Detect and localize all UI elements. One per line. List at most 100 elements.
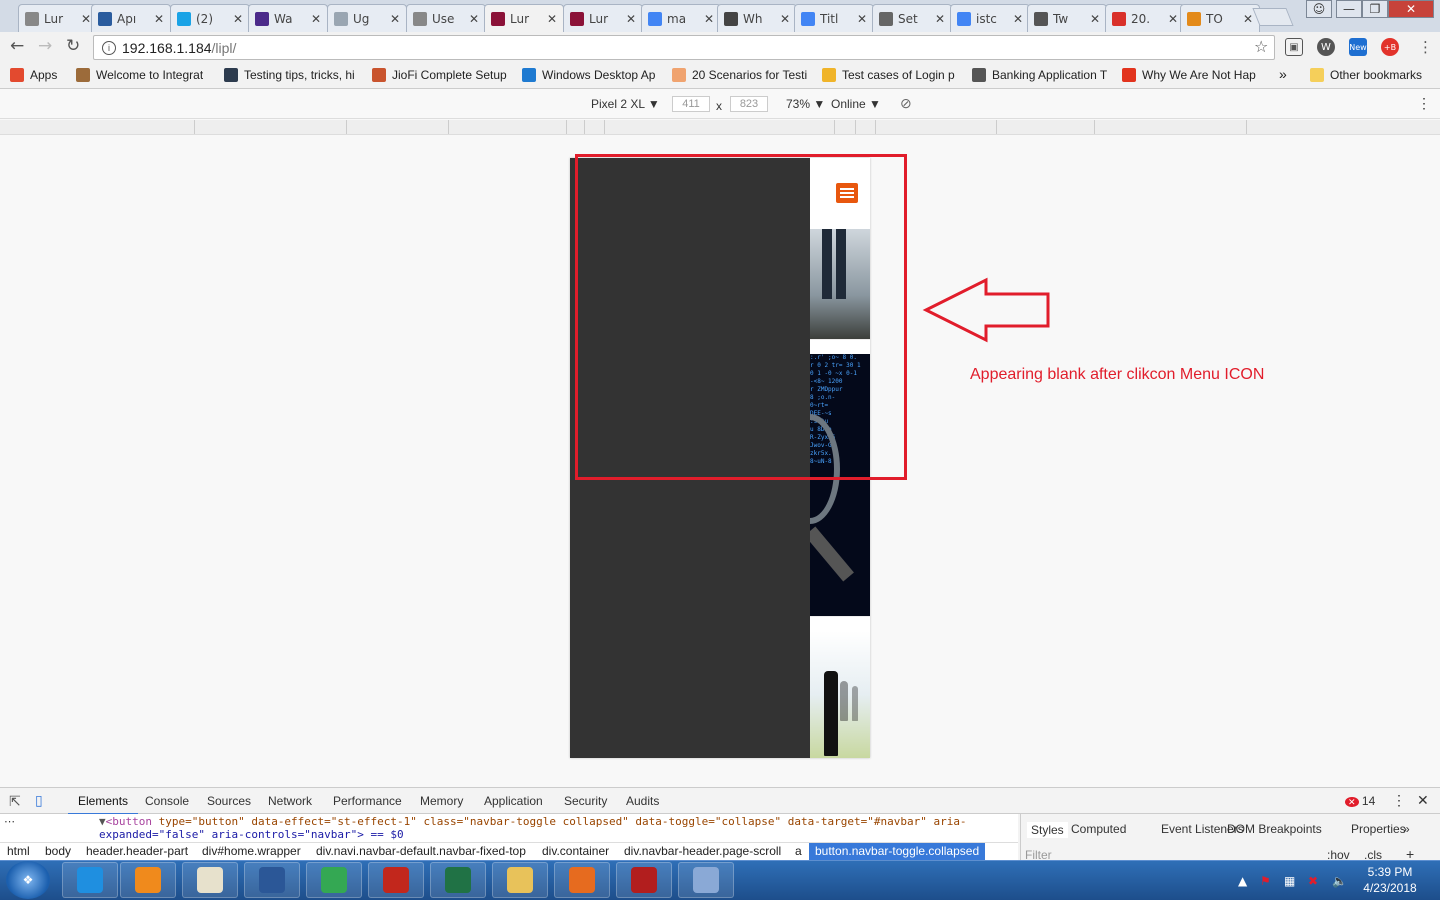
- bookmark-item[interactable]: Test cases of Login p: [822, 68, 955, 82]
- viewport-width-input[interactable]: 411: [672, 96, 710, 112]
- breadcrumb-item[interactable]: div#home.wrapper: [202, 844, 301, 858]
- breadcrumb-item[interactable]: div.container: [542, 844, 609, 858]
- devtools-menu-icon[interactable]: ⋮: [1392, 792, 1406, 809]
- device-toolbar-menu-icon[interactable]: ⋮: [1417, 95, 1431, 112]
- tab-close-icon[interactable]: ✕: [311, 12, 321, 26]
- system-clock[interactable]: 5:39 PM 4/23/2018: [1350, 864, 1430, 896]
- bookmark-item[interactable]: JioFi Complete Setup: [372, 68, 507, 82]
- error-counter[interactable]: ✕ 14: [1345, 794, 1375, 808]
- minimize-button[interactable]: —: [1336, 0, 1362, 18]
- devtools-tab-elements[interactable]: Elements: [67, 794, 139, 815]
- close-window-button[interactable]: ✕: [1388, 0, 1434, 18]
- styles-tab-computed[interactable]: Computed: [1071, 822, 1126, 836]
- devtools-tab-performance[interactable]: Performance: [333, 794, 402, 808]
- breadcrumb-item[interactable]: div.navi.navbar-default.navbar-fixed-top: [316, 844, 526, 858]
- reload-icon[interactable]: ↻: [66, 36, 80, 56]
- bookmark-item[interactable]: Welcome to Integrat: [76, 68, 203, 82]
- info-icon[interactable]: i: [102, 40, 116, 55]
- tab-close-icon[interactable]: ✕: [81, 12, 91, 26]
- bookmark-item[interactable]: Testing tips, tricks, hi: [224, 68, 355, 82]
- browser-tab[interactable]: Lur ✕: [18, 4, 98, 32]
- devtools-tab-application[interactable]: Application: [484, 794, 543, 808]
- browser-tab[interactable]: (2) ✕: [170, 4, 250, 32]
- taskbar-app[interactable]: [120, 862, 176, 898]
- tab-close-icon[interactable]: ✕: [547, 12, 557, 26]
- restore-button[interactable]: ❐: [1362, 0, 1388, 18]
- styles-tab-properties[interactable]: Properties: [1351, 822, 1406, 836]
- elements-dom-tree[interactable]: ▼<button type="button" data-effect="st-e…: [0, 814, 1018, 842]
- expand-triangle-icon[interactable]: ▼: [99, 815, 106, 828]
- browser-tab[interactable]: istc ✕: [950, 4, 1030, 32]
- breadcrumb-item[interactable]: html: [7, 844, 30, 858]
- taskbar-app[interactable]: [554, 862, 610, 898]
- new-extension-icon[interactable]: New: [1349, 38, 1367, 56]
- device-mode-icon[interactable]: ▯: [35, 792, 43, 809]
- chrome-menu-icon[interactable]: ⋮: [1418, 38, 1433, 56]
- new-tab-button[interactable]: [1252, 8, 1294, 26]
- taskbar-app[interactable]: [492, 862, 548, 898]
- action-center-icon[interactable]: ⚑: [1260, 874, 1271, 888]
- bookmarks-overflow-chevron[interactable]: »: [1279, 66, 1287, 82]
- tab-close-icon[interactable]: ✕: [233, 12, 243, 26]
- taskbar-app[interactable]: [430, 862, 486, 898]
- bookmark-item[interactable]: 20 Scenarios for Testi: [672, 68, 807, 82]
- zoom-select[interactable]: 73% ▼: [786, 97, 825, 111]
- devtools-tab-network[interactable]: Network: [268, 794, 312, 808]
- devtools-close-icon[interactable]: ✕: [1417, 792, 1429, 809]
- styles-tab-styles[interactable]: Styles: [1027, 822, 1068, 838]
- inspect-element-icon[interactable]: ⇱: [9, 793, 21, 810]
- taskbar-app[interactable]: [678, 862, 734, 898]
- tray-arrow-icon[interactable]: ▲: [1238, 874, 1247, 888]
- network-icon[interactable]: ▦: [1284, 874, 1295, 888]
- tab-close-icon[interactable]: ✕: [469, 12, 479, 26]
- volume-icon[interactable]: 🔈: [1332, 874, 1347, 888]
- browser-tab[interactable]: Tw ✕: [1027, 4, 1107, 32]
- styles-tab-dom-breakpoints[interactable]: DOM Breakpoints: [1227, 822, 1322, 836]
- security-alert-icon[interactable]: ✖: [1308, 874, 1318, 888]
- fb-extension-icon[interactable]: +B: [1381, 38, 1399, 56]
- tab-close-icon[interactable]: ✕: [1168, 12, 1178, 26]
- tab-close-icon[interactable]: ✕: [704, 12, 714, 26]
- browser-tab[interactable]: 20. ✕: [1105, 4, 1185, 32]
- browser-tab[interactable]: Use ✕: [406, 4, 486, 32]
- tab-close-icon[interactable]: ✕: [626, 12, 636, 26]
- taskbar-app[interactable]: [306, 862, 362, 898]
- forward-icon[interactable]: →: [38, 36, 52, 56]
- browser-tab[interactable]: ma ✕: [641, 4, 721, 32]
- devtools-tab-console[interactable]: Console: [145, 794, 189, 808]
- device-select[interactable]: Pixel 2 XL ▼: [591, 97, 660, 111]
- browser-tab[interactable]: Lur ✕: [563, 4, 643, 32]
- back-icon[interactable]: ←: [10, 36, 24, 56]
- network-throttle-select[interactable]: Online ▼: [831, 97, 881, 111]
- devtools-tab-audits[interactable]: Audits: [626, 794, 659, 808]
- tab-close-icon[interactable]: ✕: [1243, 12, 1253, 26]
- browser-tab[interactable]: Set ✕: [872, 4, 952, 32]
- tab-close-icon[interactable]: ✕: [935, 12, 945, 26]
- bookmark-star-icon[interactable]: ☆: [1254, 37, 1268, 56]
- devtools-tab-sources[interactable]: Sources: [207, 794, 251, 808]
- breadcrumb-item[interactable]: header.header-part: [86, 844, 188, 858]
- bookmark-item[interactable]: Banking Application T: [972, 68, 1107, 82]
- breadcrumb-item[interactable]: a: [795, 844, 802, 858]
- wordpress-extension-icon[interactable]: W: [1317, 38, 1335, 56]
- devtools-tab-security[interactable]: Security: [564, 794, 607, 808]
- bookmark-item[interactable]: Windows Desktop Ap: [522, 68, 655, 82]
- browser-tab[interactable]: TO ✕: [1180, 4, 1260, 32]
- breadcrumb-item[interactable]: button.navbar-toggle.collapsed: [809, 843, 986, 860]
- taskbar-app[interactable]: [62, 862, 118, 898]
- tab-close-icon[interactable]: ✕: [1090, 12, 1100, 26]
- taskbar-app[interactable]: [616, 862, 672, 898]
- browser-tab[interactable]: Ug ✕: [327, 4, 407, 32]
- address-bar[interactable]: i 192.168.1.184/lipl/: [93, 35, 1275, 60]
- viewport-height-input[interactable]: 823: [730, 96, 768, 112]
- bookmark-item[interactable]: Why We Are Not Hap: [1122, 68, 1256, 82]
- browser-tab[interactable]: Wh ✕: [717, 4, 797, 32]
- tab-close-icon[interactable]: ✕: [857, 12, 867, 26]
- user-icon[interactable]: ☺: [1306, 0, 1332, 18]
- other-bookmarks[interactable]: Other bookmarks: [1310, 68, 1422, 82]
- browser-tab[interactable]: Wa ✕: [248, 4, 328, 32]
- browser-tab[interactable]: Lur ✕: [484, 4, 564, 33]
- taskbar-app[interactable]: [368, 862, 424, 898]
- dom-tree-more-icon[interactable]: ⋯: [4, 815, 15, 828]
- rotate-icon[interactable]: ⊘: [900, 95, 912, 112]
